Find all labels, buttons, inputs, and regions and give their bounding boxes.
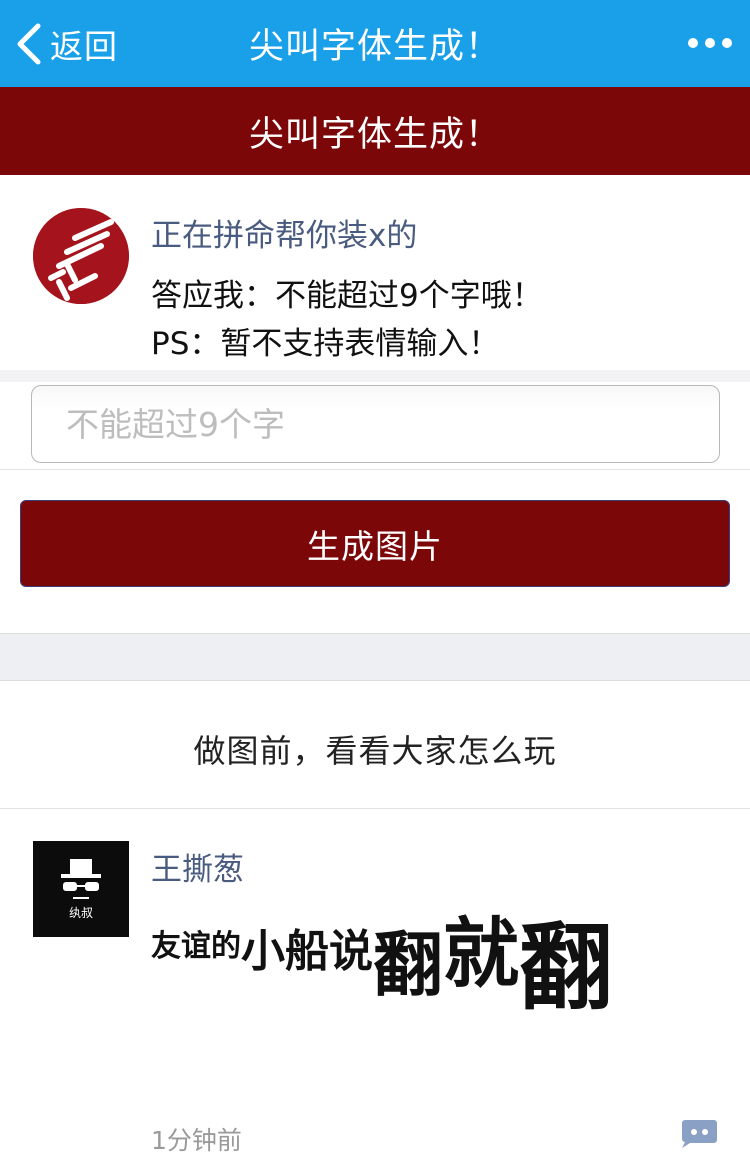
comment-bubble-svg bbox=[682, 1120, 717, 1148]
generate-image-button[interactable]: 生成图片 bbox=[20, 500, 730, 587]
section-heading: 做图前，看看大家怎么玩 bbox=[193, 732, 557, 770]
red-banner-title: 尖叫字体生成！ bbox=[0, 87, 750, 175]
comment-icon[interactable] bbox=[678, 1118, 718, 1150]
avatar[interactable]: 纨叔 bbox=[33, 841, 129, 937]
more-dots-icon[interactable] bbox=[688, 28, 732, 58]
avatar-caption: 纨叔 bbox=[69, 905, 93, 920]
post-image-text-part: 就 bbox=[443, 909, 519, 998]
text-input[interactable] bbox=[31, 385, 720, 463]
dot bbox=[688, 38, 698, 48]
divider bbox=[0, 370, 750, 382]
dot bbox=[722, 38, 732, 48]
post-image-text-part: 小船 bbox=[241, 926, 329, 977]
post-author[interactable]: 王撕葱 bbox=[151, 844, 244, 889]
post-image-text-part: 友谊的 bbox=[151, 929, 241, 964]
page-title: 尖叫字体生成！ bbox=[248, 27, 501, 67]
slash-logo-icon bbox=[33, 208, 129, 304]
divider bbox=[0, 808, 750, 809]
post-image[interactable]: 友谊的 小船 说 翻 就 翻 bbox=[151, 890, 613, 1030]
dot bbox=[705, 38, 715, 48]
section-separator bbox=[0, 633, 750, 681]
info-rule-text: 答应我：不能超过9个字哦！ bbox=[151, 278, 543, 314]
divider bbox=[0, 469, 750, 470]
post-image-text-part: 翻 bbox=[519, 914, 614, 1023]
app-logo-avatar bbox=[33, 208, 129, 304]
hat-glasses-icon: 纨叔 bbox=[33, 841, 129, 937]
post-image-text-part: 说 bbox=[329, 926, 373, 977]
info-name: 正在拼命帮你装x的 bbox=[151, 218, 418, 254]
top-navbar: 返回 尖叫字体生成！ bbox=[0, 0, 750, 87]
post-timestamp: 1分钟前 bbox=[151, 1126, 242, 1155]
post-image-text-part: 翻 bbox=[373, 924, 443, 1006]
info-ps-text: PS：暂不支持表情输入！ bbox=[151, 326, 500, 362]
